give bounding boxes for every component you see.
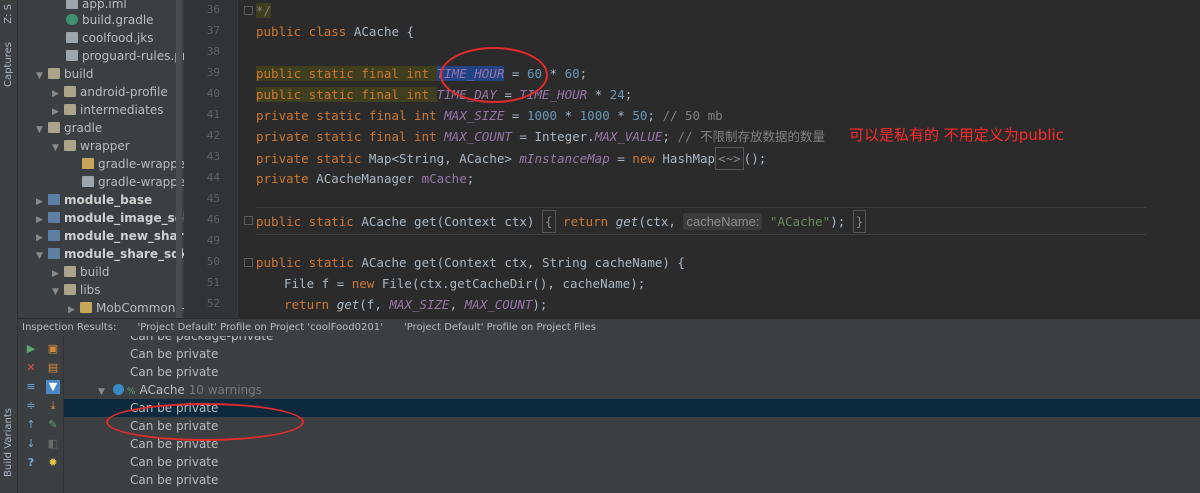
code-line-50: public static ACache get(Context ctx, St…: [256, 255, 685, 270]
fold-marker-icon[interactable]: [244, 216, 253, 225]
tree-item[interactable]: ▶ MobCommons-2: [68, 299, 184, 317]
project-tree: app.iml build.gradle coolfood.jks progua…: [18, 0, 184, 318]
inspection-title: Inspection Results:: [22, 322, 117, 333]
import-icon[interactable]: ⤓: [46, 399, 60, 413]
folder-icon: [64, 266, 76, 277]
code-line-37: public class ACache {: [256, 24, 415, 39]
chevron-down-icon[interactable]: ▼: [52, 283, 64, 301]
module-icon: [48, 248, 60, 259]
module-icon: [48, 194, 60, 205]
folded-generic-icon[interactable]: <~>: [715, 147, 744, 170]
export-icon[interactable]: ▣: [46, 342, 60, 356]
captures-tab[interactable]: Captures: [1, 42, 17, 87]
result-group[interactable]: ▼% ACache 10 warnings: [98, 381, 262, 399]
rerun-icon[interactable]: ▶: [24, 342, 38, 356]
code-line-51: File f = new File(ctx.getCacheDir(), cac…: [284, 276, 646, 291]
annotation-note: 可以是私有的 不用定义为public: [849, 126, 1064, 144]
code-line-43: private static Map<String, ACache> mInst…: [256, 147, 766, 170]
left-tool-strip: Z: S Captures: [0, 0, 18, 318]
tree-item[interactable]: ▼ gradle: [36, 119, 102, 137]
tree-item[interactable]: ▼ libs: [52, 281, 101, 299]
result-item[interactable]: Can be private: [130, 471, 218, 489]
result-item[interactable]: Can be package-private: [130, 336, 273, 345]
result-item[interactable]: Can be private: [130, 363, 218, 381]
folder-icon: [64, 104, 76, 115]
folder-icon: [64, 140, 76, 151]
tree-item[interactable]: ▶ android-profile: [52, 83, 168, 101]
tab-files-profile[interactable]: 'Project Default' Profile on Project Fil…: [404, 319, 596, 336]
chevron-right-icon[interactable]: ▶: [68, 301, 80, 318]
bottom-tool-strip: Build Variants: [0, 318, 18, 493]
tree-item[interactable]: gradle-wrapper.j: [82, 155, 184, 173]
tree-item[interactable]: proguard-rules.pro: [66, 47, 184, 65]
inspection-tabs: Inspection Results: 'Project Default' Pr…: [18, 318, 1200, 336]
folder-icon: [48, 122, 60, 133]
lightbulb-icon[interactable]: ✹: [46, 456, 60, 470]
line-gutter: 36 37 38 39 40 41 42 43 44 45 46 49 50 5…: [184, 0, 238, 318]
code-line-41: private static final int MAX_SIZE = 1000…: [256, 108, 723, 123]
annotation-circle-code: [440, 47, 548, 103]
file-icon: [66, 0, 78, 9]
chevron-down-icon[interactable]: ▼: [36, 247, 48, 265]
code-line-36: */: [256, 3, 272, 18]
folder-icon: [64, 284, 76, 295]
tree-item[interactable]: ▶ module_base: [36, 191, 152, 209]
access-icon: %: [126, 387, 136, 397]
chevron-down-icon[interactable]: ▼: [36, 67, 48, 85]
tree-item[interactable]: ▼ wrapper: [52, 137, 130, 155]
result-item[interactable]: Can be private: [130, 453, 218, 471]
inspection-toolbar: ▶ ▣ ✕ ▤ ≡ ▼ ≑ ⤓ ↑ ✎ ↓ ◧ ? ✹: [18, 336, 64, 493]
code-line-52: return get(f, MAX_SIZE, MAX_COUNT);: [284, 297, 548, 312]
collapse-all-icon[interactable]: ≑: [24, 399, 38, 413]
gradle-file-icon: [66, 14, 78, 25]
fold-marker-icon[interactable]: [244, 258, 253, 267]
code-line-42: private static final int MAX_COUNT = Int…: [256, 129, 826, 144]
preview-icon[interactable]: ◧: [46, 437, 60, 451]
chevron-down-icon[interactable]: ▼: [52, 139, 64, 157]
next-icon[interactable]: ↓: [24, 437, 38, 451]
file-icon: [66, 32, 78, 43]
tree-item[interactable]: gradle-wrapper.p: [82, 173, 184, 191]
annotation-circle-results: [106, 403, 304, 441]
tree-item[interactable]: ▶module_image_selecto: [36, 209, 184, 227]
jar-icon: [80, 302, 92, 313]
prev-icon[interactable]: ↑: [24, 418, 38, 432]
folder-icon: [48, 68, 60, 79]
filter-icon[interactable]: ▼: [46, 380, 60, 394]
tree-item[interactable]: build.gradle: [66, 11, 154, 29]
result-item[interactable]: Can be private: [130, 345, 218, 363]
method-separator: [256, 207, 1146, 208]
structure-tab[interactable]: Z: S: [1, 4, 17, 24]
code-line-40: public static final int TIME_DAY = TIME_…: [256, 87, 633, 102]
tree-item[interactable]: ▼ module_share_sdk: [36, 245, 184, 263]
chevron-down-icon[interactable]: ▼: [98, 387, 105, 397]
code-line-44: private ACacheManager mCache;: [256, 171, 475, 186]
tree-item[interactable]: ▼ build: [36, 65, 94, 83]
file-icon: [66, 50, 78, 61]
class-icon: [112, 384, 124, 395]
folder-icon: [64, 86, 76, 97]
module-icon: [48, 230, 60, 241]
parameter-hint: cacheName:: [683, 213, 763, 230]
close-icon[interactable]: ✕: [24, 361, 38, 375]
fold-marker-icon[interactable]: [244, 6, 253, 15]
tree-item[interactable]: ▶ intermediates: [52, 101, 163, 119]
group-icon[interactable]: ▤: [46, 361, 60, 375]
edit-settings-icon[interactable]: ✎: [46, 418, 60, 432]
code-editor[interactable]: 36 37 38 39 40 41 42 43 44 45 46 49 50 5…: [184, 0, 1200, 318]
tree-scrollbar[interactable]: [176, 0, 182, 318]
chevron-down-icon[interactable]: ▼: [36, 121, 48, 139]
tree-item[interactable]: coolfood.jks: [66, 29, 154, 47]
code-line-46: public static ACache get(Context ctx) { …: [256, 210, 867, 233]
expand-all-icon[interactable]: ≡: [24, 380, 38, 394]
tab-project-profile[interactable]: 'Project Default' Profile on Project 'co…: [138, 319, 383, 336]
jar-icon: [82, 158, 94, 169]
module-icon: [48, 212, 60, 223]
tree-item[interactable]: ▶module_new_share_sd: [36, 227, 184, 245]
help-icon[interactable]: ?: [24, 456, 38, 470]
tree-item[interactable]: ▶ build: [52, 263, 110, 281]
file-icon: [82, 176, 94, 187]
build-variants-tab[interactable]: Build Variants: [1, 408, 17, 477]
method-separator: [256, 234, 1146, 235]
